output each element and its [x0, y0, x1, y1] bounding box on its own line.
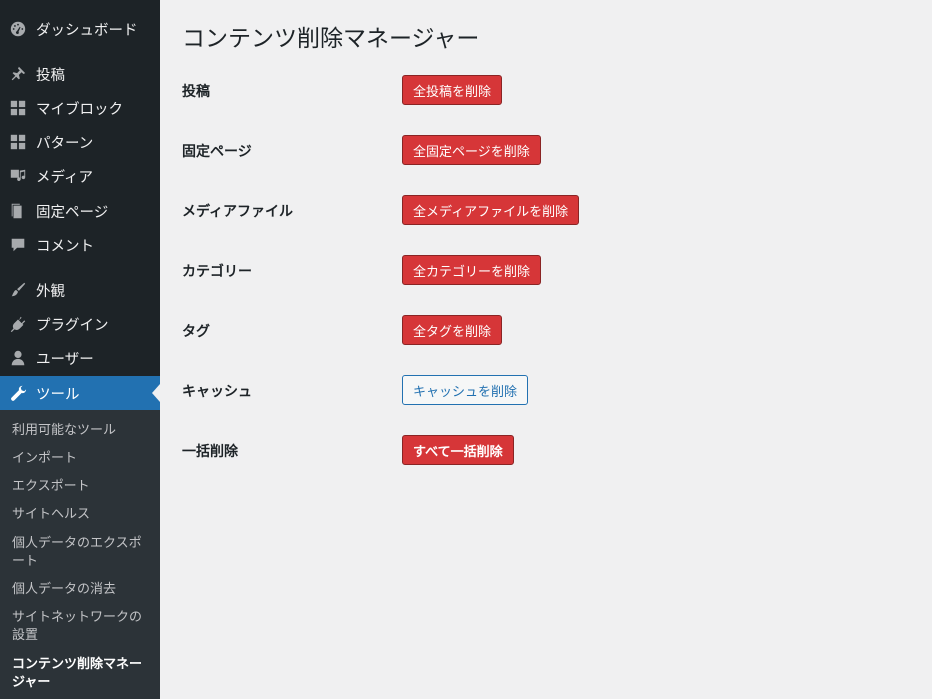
main-content: コンテンツ削除マネージャー 投稿 全投稿を削除 固定ページ 全固定ページを削除 …	[160, 0, 932, 699]
sidebar-item-label: 固定ページ	[36, 204, 109, 221]
sidebar-item-posts[interactable]: 投稿	[0, 57, 160, 91]
delete-all-tags-button[interactable]: 全タグを削除	[402, 315, 503, 345]
patterns-icon	[8, 132, 28, 152]
sidebar-item-pages[interactable]: 固定ページ	[0, 194, 160, 228]
user-icon	[8, 348, 28, 368]
sidebar-item-my-blocks[interactable]: マイブロック	[0, 91, 160, 125]
sidebar-item-label: プラグイン	[36, 317, 109, 334]
media-icon	[8, 166, 28, 186]
sidebar-item-label: ツール	[36, 386, 80, 403]
sidebar-item-patterns[interactable]: パターン	[0, 125, 160, 159]
sidebar-item-label: メディア	[36, 169, 93, 186]
current-menu-arrow	[152, 384, 160, 402]
page-title: コンテンツ削除マネージャー	[182, 26, 480, 52]
row-label-tags: タグ	[182, 324, 210, 340]
sidebar-item-media[interactable]: メディア	[0, 159, 160, 193]
delete-cache-button[interactable]: キャッシュを削除	[402, 375, 529, 405]
comment-icon	[8, 235, 28, 255]
sidebar-item-tools[interactable]: ツール	[0, 376, 160, 410]
row-label-categories: カテゴリー	[182, 264, 252, 280]
submenu-item-site-health[interactable]: サイトヘルス	[12, 506, 152, 524]
sidebar-item-label: コメント	[36, 238, 94, 255]
dashboard-icon	[8, 19, 28, 39]
sidebar-item-label: ダッシュボード	[36, 22, 138, 39]
blocks-icon	[8, 98, 28, 118]
submenu-item-export[interactable]: エクスポート	[12, 478, 152, 496]
sidebar-item-label: マイブロック	[36, 101, 123, 118]
sidebar-item-label: パターン	[36, 135, 94, 152]
submenu-item-export-personal-data[interactable]: 個人データのエクスポート	[12, 535, 152, 571]
pin-icon	[8, 64, 28, 84]
delete-all-posts-button[interactable]: 全投稿を削除	[402, 75, 503, 105]
tools-submenu: 利用可能なツール インポート エクスポート サイトヘルス 個人データのエクスポー…	[0, 410, 160, 699]
delete-all-media-button[interactable]: 全メディアファイルを削除	[402, 195, 580, 225]
paintbrush-icon	[8, 280, 28, 300]
page-icon	[8, 201, 28, 221]
sidebar-item-appearance[interactable]: 外観	[0, 273, 160, 307]
submenu-item-import[interactable]: インポート	[12, 450, 152, 468]
sidebar-item-plugins[interactable]: プラグイン	[0, 307, 160, 341]
row-label-posts: 投稿	[182, 84, 210, 100]
delete-all-pages-button[interactable]: 全固定ページを削除	[402, 135, 541, 165]
sidebar-item-label: 外観	[36, 283, 65, 300]
row-label-pages: 固定ページ	[182, 144, 252, 160]
row-label-bulk-delete: 一括削除	[182, 444, 238, 460]
sidebar-item-label: ユーザー	[36, 351, 94, 368]
sidebar-item-label: 投稿	[36, 67, 65, 84]
plugin-icon	[8, 314, 28, 334]
wrench-icon	[8, 383, 28, 403]
admin-sidebar: ダッシュボード 投稿 マイブロック パターン メディア 固定ページ コメント 外…	[0, 0, 160, 699]
delete-everything-button[interactable]: すべて一括削除	[402, 435, 514, 465]
row-label-cache: キャッシュ	[182, 384, 252, 400]
submenu-item-network-setup[interactable]: サイトネットワークの設置	[12, 609, 152, 645]
submenu-item-available-tools[interactable]: 利用可能なツール	[12, 422, 152, 440]
sidebar-item-users[interactable]: ユーザー	[0, 341, 160, 375]
row-label-media: メディアファイル	[182, 204, 294, 220]
delete-all-categories-button[interactable]: 全カテゴリーを削除	[402, 255, 542, 285]
submenu-item-content-delete-manager[interactable]: コンテンツ削除マネージャー	[12, 656, 152, 692]
sidebar-item-dashboard[interactable]: ダッシュボード	[0, 12, 160, 46]
sidebar-item-comments[interactable]: コメント	[0, 228, 160, 262]
submenu-item-erase-personal-data[interactable]: 個人データの消去	[12, 581, 152, 599]
